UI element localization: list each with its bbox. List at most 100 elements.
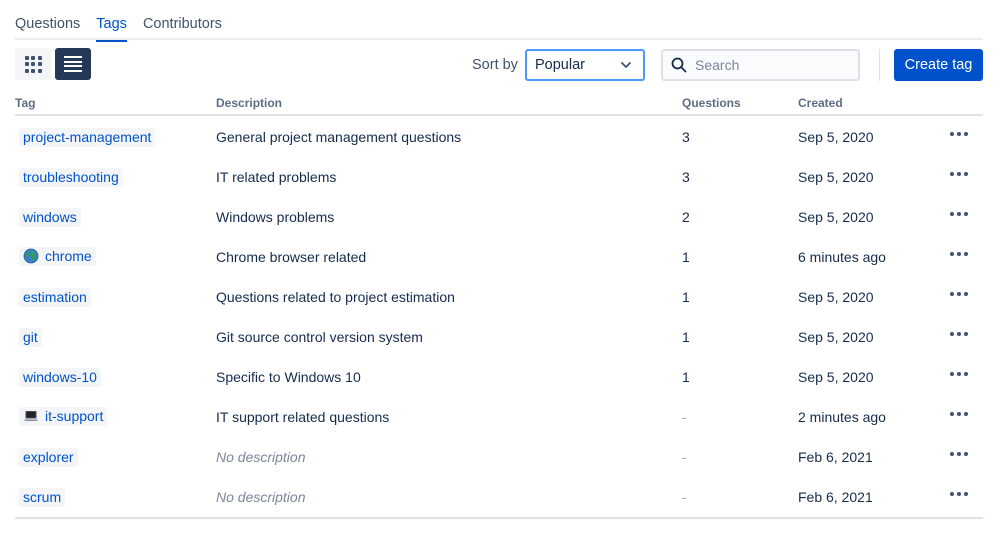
tab-questions[interactable]: Questions [15,0,80,40]
description-cell: IT related problems [216,169,337,185]
tag-link[interactable]: project-management [19,128,156,147]
create-tag-button[interactable]: Create tag [894,49,983,81]
created-cell: Sep 5, 2020 [798,289,874,305]
more-icon [950,169,968,176]
chevron-down-icon [621,62,631,68]
tag-link[interactable]: chrome [19,247,96,266]
more-icon [950,129,968,136]
more-icon [950,489,968,496]
tag-label: project-management [23,129,152,145]
tag-label: windows-10 [23,369,97,385]
created-cell: Feb 6, 2021 [798,489,873,505]
description-cell: No description [216,449,306,465]
tag-link[interactable]: troubleshooting [19,168,123,187]
questions-cell: 1 [682,289,690,305]
tag-link[interactable]: it-support [19,407,108,426]
table-row: project-management General project manag… [15,116,983,156]
header-tag[interactable]: Tag [15,96,35,110]
toolbar: Sort by Popular Create tag [15,48,983,82]
created-cell: Sep 5, 2020 [798,169,874,185]
laptop-icon [24,411,38,421]
tag-label: scrum [23,489,62,505]
created-cell: Sep 5, 2020 [798,209,874,225]
tag-cell: scrum [15,488,66,507]
more-actions-button[interactable] [950,209,968,216]
questions-cell: 3 [682,169,690,185]
search-input[interactable] [695,57,845,73]
tags-table: Tag Description Questions Created projec… [15,88,983,519]
more-icon [950,449,968,456]
more-actions-button[interactable] [950,369,968,376]
questions-cell: 1 [682,249,690,265]
description-cell: Chrome browser related [216,249,367,265]
description-cell: IT support related questions [216,409,390,425]
tab-contributors[interactable]: Contributors [143,0,222,40]
list-view-button[interactable] [55,48,91,80]
sort-label: Sort by [472,57,518,73]
table-row: windows-10 Specific to Windows 10 1 Sep … [15,356,983,396]
more-icon [950,369,968,376]
more-icon [950,209,968,216]
questions-cell: 1 [682,329,690,345]
created-cell: Sep 5, 2020 [798,129,874,145]
tag-cell: it-support [15,407,108,427]
tag-cell: project-management [15,128,156,147]
more-actions-button[interactable] [950,129,968,136]
description-cell: Questions related to project estimation [216,289,455,305]
created-cell: Feb 6, 2021 [798,449,873,465]
table-row: troubleshooting IT related problems 3 Se… [15,156,983,196]
description-cell: Windows problems [216,209,335,225]
more-actions-button[interactable] [950,449,968,456]
tag-label: it-support [45,408,104,424]
more-icon [950,409,968,416]
sort-select-value: Popular [535,57,585,73]
header-created[interactable]: Created [798,96,843,110]
tag-link[interactable]: estimation [19,288,91,307]
more-actions-button[interactable] [950,169,968,176]
more-actions-button[interactable] [950,489,968,496]
tag-label: windows [23,209,77,225]
search-icon [671,57,687,73]
more-actions-button[interactable] [950,409,968,416]
toolbar-divider [879,49,880,81]
questions-cell: - [682,449,687,465]
tag-link[interactable]: windows-10 [19,368,101,387]
table-row: git Git source control version system 1 … [15,316,983,356]
tag-link[interactable]: explorer [19,448,78,467]
questions-cell: 1 [682,369,690,385]
more-icon [950,329,968,336]
tab-bar: Questions Tags Contributors [15,0,983,42]
table-body: project-management General project manag… [15,116,983,516]
table-footer-divider [15,517,983,519]
questions-cell: 2 [682,209,690,225]
header-description[interactable]: Description [216,96,282,110]
grid-icon [24,55,42,73]
header-questions[interactable]: Questions [682,96,741,110]
tag-label: git [23,329,38,345]
tag-link[interactable]: scrum [19,488,66,507]
more-icon [950,249,968,256]
tag-label: chrome [45,248,92,264]
table-row: estimation Questions related to project … [15,276,983,316]
tag-cell: troubleshooting [15,168,123,187]
tag-cell: git [15,328,42,347]
description-cell: No description [216,489,306,505]
tab-tags[interactable]: Tags [96,0,127,42]
grid-view-button[interactable] [15,48,51,80]
more-actions-button[interactable] [950,289,968,296]
tag-cell: windows-10 [15,368,101,387]
more-icon [950,289,968,296]
table-row: windows Windows problems 2 Sep 5, 2020 [15,196,983,236]
more-actions-button[interactable] [950,249,968,256]
tag-link[interactable]: git [19,328,42,347]
sort-select[interactable]: Popular [525,49,645,81]
tag-link[interactable]: windows [19,208,81,227]
globe-icon [23,248,39,264]
more-actions-button[interactable] [950,329,968,336]
table-row: it-support IT support related questions … [15,396,983,436]
created-cell: 2 minutes ago [798,409,886,425]
tag-cell: explorer [15,448,78,467]
description-cell: General project management questions [216,129,462,145]
created-cell: Sep 5, 2020 [798,329,874,345]
description-cell: Specific to Windows 10 [216,369,361,385]
